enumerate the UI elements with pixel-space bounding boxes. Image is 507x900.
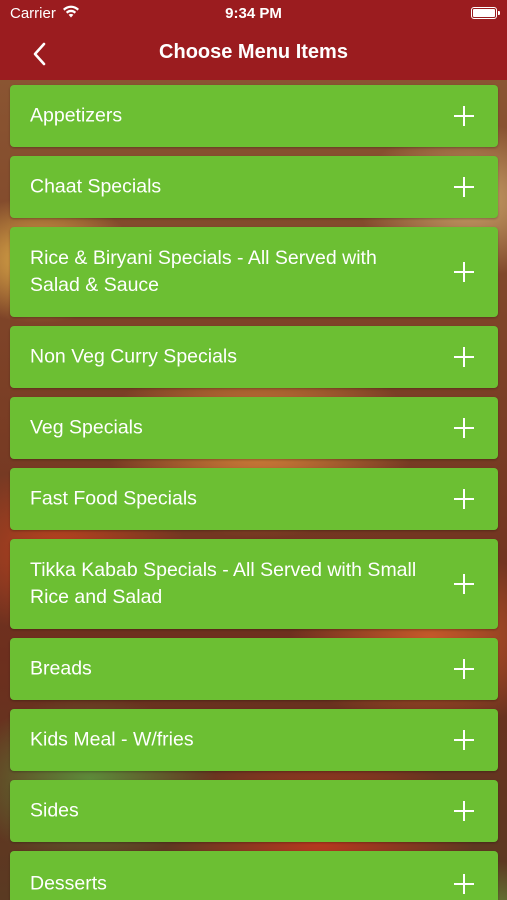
battery-icon (471, 7, 500, 19)
plus-icon[interactable] (454, 574, 474, 594)
plus-icon[interactable] (454, 801, 474, 821)
plus-icon[interactable] (454, 262, 474, 282)
header: Carrier 9:34 PM Choose Menu Items (0, 0, 507, 80)
menu-category-breads[interactable]: Breads (10, 638, 498, 700)
menu-category-kids-meal[interactable]: Kids Meal - W/fries (10, 709, 498, 771)
page-title: Choose Menu Items (159, 41, 348, 63)
plus-icon[interactable] (454, 489, 474, 509)
menu-category-rice-biryani-specials[interactable]: Rice & Biryani Specials - All Served wit… (10, 227, 498, 317)
menu-category-label: Rice & Biryani Specials - All Served wit… (30, 247, 377, 296)
status-time: 9:34 PM (225, 5, 282, 22)
menu-category-label: Appetizers (30, 104, 123, 127)
menu-category-non-veg-curry-specials[interactable]: Non Veg Curry Specials (10, 326, 498, 388)
menu-category-label: Non Veg Curry Specials (30, 345, 238, 368)
menu-category-label: Kids Meal - W/fries (30, 728, 194, 751)
menu-category-chaat-specials[interactable]: Chaat Specials (10, 156, 498, 218)
status-bar: Carrier 9:34 PM (0, 0, 507, 28)
menu-category-label: Tikka Kabab Specials - All Served with S… (30, 559, 417, 608)
plus-icon[interactable] (454, 418, 474, 438)
plus-icon[interactable] (454, 730, 474, 750)
menu-category-label: Desserts (30, 872, 107, 895)
plus-icon[interactable] (454, 177, 474, 197)
menu-category-veg-specials[interactable]: Veg Specials (10, 397, 498, 459)
menu-category-label: Veg Specials (30, 416, 143, 439)
plus-icon[interactable] (454, 659, 474, 679)
menu-category-label: Breads (30, 657, 92, 680)
plus-icon[interactable] (454, 874, 474, 894)
navigation-bar: Choose Menu Items (0, 28, 507, 80)
menu-category-label: Sides (30, 799, 79, 822)
menu-category-appetizers[interactable]: Appetizers (10, 85, 498, 147)
plus-icon[interactable] (454, 106, 474, 126)
menu-category-fast-food-specials[interactable]: Fast Food Specials (10, 468, 498, 530)
menu-category-label: Fast Food Specials (30, 487, 197, 510)
menu-category-tikka-kabab-specials[interactable]: Tikka Kabab Specials - All Served with S… (10, 539, 498, 629)
menu-category-desserts[interactable]: Desserts (10, 851, 498, 900)
menu-category-label: Chaat Specials (30, 175, 162, 198)
menu-category-sides[interactable]: Sides (10, 780, 498, 842)
plus-icon[interactable] (454, 347, 474, 367)
